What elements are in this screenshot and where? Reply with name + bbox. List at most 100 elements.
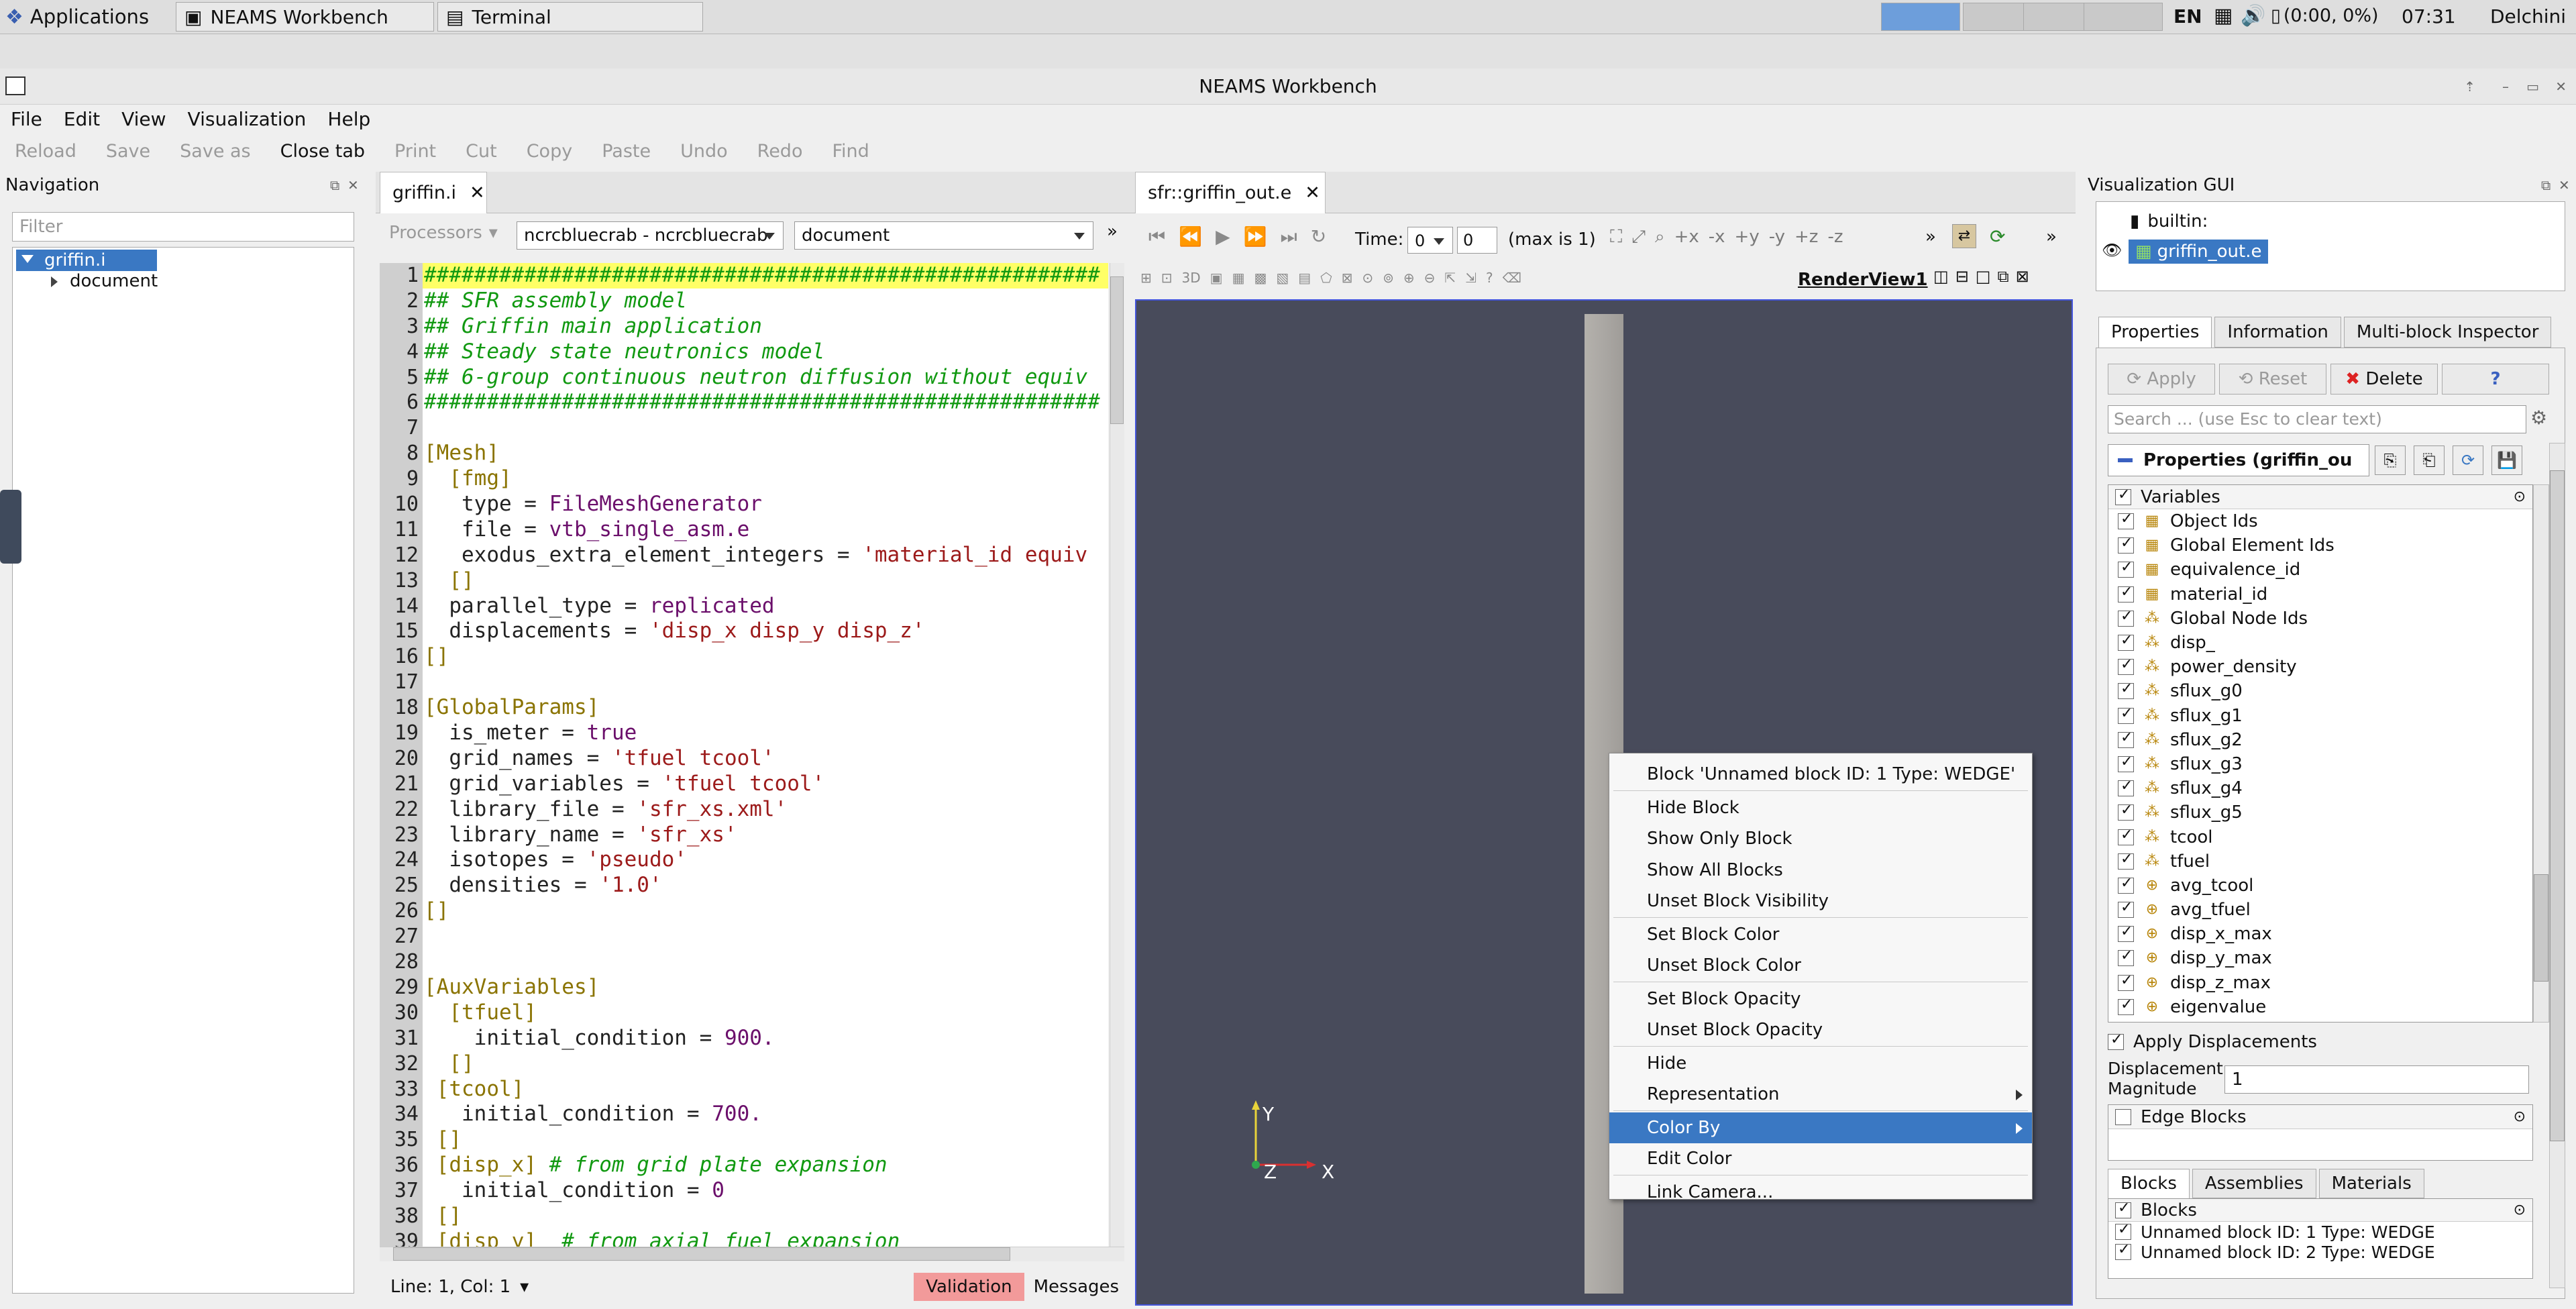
panel-float-button[interactable]: ⧉ bbox=[330, 177, 339, 193]
variable-checkbox[interactable] bbox=[2118, 923, 2134, 943]
refresh-icon[interactable]: ⟳ bbox=[1990, 225, 2005, 248]
cut-button[interactable]: Cut bbox=[451, 141, 512, 162]
view-minus-y-icon[interactable]: -y bbox=[1769, 227, 1785, 248]
properties-section-header[interactable]: Properties (griffin_ou bbox=[2108, 444, 2369, 476]
view-plus-z-icon[interactable]: +z bbox=[1794, 227, 1818, 248]
restore-defaults-icon[interactable]: ⟳ bbox=[2453, 446, 2483, 475]
select-surface-points-icon[interactable]: ▩ bbox=[1254, 270, 1267, 293]
select-block-icon[interactable]: ▤ bbox=[1298, 270, 1311, 293]
variable-row[interactable]: ⁂ sflux_g3 bbox=[2108, 752, 2532, 776]
variable-row[interactable]: ⁂ sflux_g2 bbox=[2108, 728, 2532, 752]
variable-row[interactable]: ▦ Object Ids bbox=[2108, 509, 2532, 533]
variable-row[interactable]: ⁂ tfuel bbox=[2108, 849, 2532, 874]
time-index-spinbox[interactable]: 0 bbox=[1457, 227, 1497, 254]
variable-checkbox[interactable] bbox=[2118, 972, 2134, 991]
capture-icon[interactable]: ▣ bbox=[1210, 270, 1223, 293]
editor-vertical-scrollbar[interactable] bbox=[1110, 263, 1124, 1247]
view-minus-z-icon[interactable]: -z bbox=[1827, 227, 1843, 248]
filter-options-icon[interactable]: ⊙ bbox=[2514, 1108, 2526, 1125]
variable-row[interactable]: ⊕ disp_y_max bbox=[2108, 946, 2532, 970]
select-points-icon[interactable]: ⊡ bbox=[1161, 270, 1173, 293]
time-select[interactable]: 0 bbox=[1407, 227, 1453, 254]
variable-checkbox[interactable] bbox=[2118, 559, 2134, 578]
network-icon[interactable]: ▦ bbox=[2214, 4, 2233, 28]
grow-selection-icon[interactable]: ⊕ bbox=[1403, 270, 1415, 293]
window-maximize-button[interactable]: ▭ bbox=[2526, 68, 2539, 105]
variable-checkbox[interactable] bbox=[2118, 996, 2134, 1015]
window-up-button[interactable]: ⇡ bbox=[2464, 68, 2475, 105]
workspace-1[interactable] bbox=[1881, 3, 1960, 31]
menu-item-hide[interactable]: Hide bbox=[1609, 1048, 2032, 1080]
block-checkbox[interactable] bbox=[2115, 1221, 2131, 1240]
tab-griffin-i[interactable]: griffin.i ✕ bbox=[380, 172, 487, 213]
displacement-magnitude-input[interactable]: 1 bbox=[2224, 1065, 2529, 1094]
variable-checkbox[interactable] bbox=[2118, 753, 2134, 772]
window-close-button[interactable]: ✕ bbox=[2555, 68, 2567, 105]
next-frame-icon[interactable]: ⏩ bbox=[1244, 225, 1267, 248]
navigation-filter-input[interactable]: Filter bbox=[12, 212, 354, 242]
loop-icon[interactable]: ↻ bbox=[1311, 225, 1326, 248]
menu-item-set-block-color[interactable]: Set Block Color bbox=[1609, 919, 2032, 951]
tab-properties[interactable]: Properties bbox=[2098, 317, 2212, 348]
variable-row[interactable]: ⁂ sflux_g4 bbox=[2108, 776, 2532, 800]
paste-properties-icon[interactable]: ⎗ bbox=[2414, 446, 2445, 475]
menu-item-unset-block-color[interactable]: Unset Block Color bbox=[1609, 950, 2032, 982]
expand-arrow-icon[interactable] bbox=[21, 255, 34, 263]
block-row-1[interactable]: Unnamed block ID: 1 Type: WEDGE bbox=[2108, 1221, 2532, 1242]
block-checkbox[interactable] bbox=[2115, 1241, 2131, 1260]
variables-select-all-checkbox[interactable] bbox=[2115, 486, 2131, 505]
advanced-gear-icon[interactable]: ⚙ bbox=[2530, 407, 2547, 429]
validation-button[interactable]: Validation bbox=[914, 1273, 1024, 1301]
tab-assemblies[interactable]: Assemblies bbox=[2192, 1169, 2316, 1198]
extract-selection-icon[interactable]: ⇱ bbox=[1444, 270, 1456, 293]
code-editor[interactable]: ########################################… bbox=[423, 263, 1108, 1247]
variable-checkbox[interactable] bbox=[2118, 947, 2134, 967]
tab-griffin-out[interactable]: sfr::griffin_out.e ✕ bbox=[1135, 172, 1326, 213]
visibility-eye-icon[interactable]: 👁 bbox=[2102, 241, 2122, 260]
variable-checkbox[interactable] bbox=[2118, 899, 2134, 919]
scrollbar-thumb[interactable] bbox=[2534, 874, 2548, 982]
select-cells-icon[interactable]: ⊞ bbox=[1140, 270, 1152, 293]
properties-search-input[interactable]: Search ... (use Esc to clear text) bbox=[2108, 405, 2526, 433]
close-view-icon[interactable]: ⊠ bbox=[2016, 267, 2029, 286]
tab-blocks[interactable]: Blocks bbox=[2108, 1169, 2190, 1198]
messages-button[interactable]: Messages bbox=[1034, 1277, 1120, 1297]
menu-item-link-camera[interactable]: Link Camera... bbox=[1609, 1177, 2032, 1208]
workspace-4[interactable] bbox=[2084, 3, 2163, 31]
print-button[interactable]: Print bbox=[380, 141, 451, 162]
close-tab-icon[interactable]: ✕ bbox=[1305, 182, 1320, 203]
blocks-header[interactable]: Blocks ⊙ bbox=[2108, 1199, 2532, 1222]
variable-row[interactable]: ⊕ disp_x_max bbox=[2108, 922, 2532, 946]
tree-item-document[interactable]: document bbox=[48, 270, 158, 293]
variable-row[interactable]: ▦ equivalence_id bbox=[2108, 558, 2532, 582]
play-icon[interactable]: ▶ bbox=[1216, 225, 1230, 248]
hover-points-icon[interactable]: ⊙ bbox=[1362, 270, 1373, 293]
select-frustum-icon[interactable]: ▧ bbox=[1276, 270, 1289, 293]
variable-checkbox[interactable] bbox=[2118, 632, 2134, 651]
collapse-arrow-icon[interactable] bbox=[51, 276, 58, 287]
tab-multi-block-inspector[interactable]: Multi-block Inspector bbox=[2343, 317, 2552, 348]
save-defaults-icon[interactable]: 💾 bbox=[2491, 446, 2522, 475]
menu-item-show-all-blocks[interactable]: Show All Blocks bbox=[1609, 855, 2032, 886]
apply-button[interactable]: ⟳ Apply bbox=[2108, 364, 2215, 395]
variable-checkbox[interactable] bbox=[2118, 802, 2134, 821]
view-minus-x-icon[interactable]: -x bbox=[1709, 227, 1725, 248]
menu-item-block-unnamed-block-id-1-type-wedge[interactable]: Block 'Unnamed block ID: 1 Type: WEDGE' bbox=[1609, 759, 2032, 790]
variable-row[interactable]: ⁂ power_density bbox=[2108, 655, 2532, 679]
variable-row[interactable]: ⁂ sflux_g5 bbox=[2108, 800, 2532, 825]
reset-camera-icon[interactable]: ⛶ bbox=[1610, 227, 1622, 248]
panel-float-button[interactable]: ⧉ bbox=[2541, 177, 2551, 193]
tab-information[interactable]: Information bbox=[2214, 317, 2341, 348]
filter-options-icon[interactable]: ⊙ bbox=[2514, 1202, 2526, 1218]
pipeline-item-griffin-out[interactable]: ▦ griffin_out.e bbox=[2129, 240, 2269, 264]
close-tab-icon[interactable]: ✕ bbox=[470, 182, 485, 203]
variable-checkbox[interactable] bbox=[2118, 729, 2134, 748]
scrollbar-thumb[interactable] bbox=[393, 1247, 1010, 1261]
restore-view-icon[interactable]: ⧉ bbox=[1997, 267, 2008, 286]
variable-checkbox[interactable] bbox=[2118, 827, 2134, 845]
redo-button[interactable]: Redo bbox=[743, 141, 818, 162]
processor-select[interactable]: ncrcbluecrab - ncrcbluecrab bbox=[517, 221, 784, 250]
panel-close-button[interactable]: ✕ bbox=[2559, 177, 2570, 193]
block-row-2[interactable]: Unnamed block ID: 2 Type: WEDGE bbox=[2108, 1241, 2532, 1262]
variable-checkbox[interactable] bbox=[2118, 584, 2134, 603]
